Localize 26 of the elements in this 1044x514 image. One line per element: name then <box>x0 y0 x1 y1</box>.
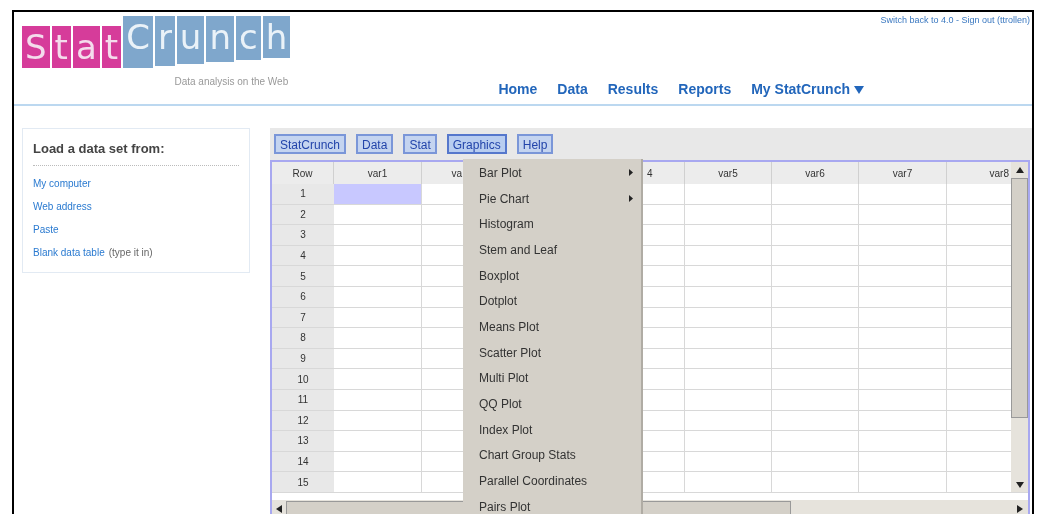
row-number: 12 <box>272 410 334 431</box>
panel-title: Load a data set from: <box>33 139 239 166</box>
column-header: var5 <box>718 166 738 181</box>
row-number: 15 <box>272 472 334 492</box>
row-number: 4 <box>272 245 334 266</box>
row-number: 11 <box>272 389 334 410</box>
row-number: 9 <box>272 348 334 369</box>
row-number: 3 <box>272 225 334 245</box>
column-header: va <box>451 166 462 181</box>
column-header: var8 <box>989 166 1009 181</box>
column-header: 4 <box>647 166 653 181</box>
row-number: 13 <box>272 431 334 451</box>
column-header: var7 <box>892 166 913 181</box>
row-number: 1 <box>272 184 334 204</box>
link-note: (type it in) <box>108 245 153 260</box>
row-number: 7 <box>272 307 334 328</box>
row-number: 2 <box>272 204 334 225</box>
row-number: 8 <box>272 328 334 348</box>
column-header: var1 <box>367 166 388 181</box>
column-header: Row <box>292 166 313 181</box>
row-number: 6 <box>272 286 334 307</box>
row-number: 14 <box>272 451 334 472</box>
logo-tagline: Data analysis on the Web <box>174 75 289 89</box>
row-number: 5 <box>272 266 334 286</box>
column-header: var6 <box>805 166 825 181</box>
row-number: 10 <box>272 369 334 389</box>
